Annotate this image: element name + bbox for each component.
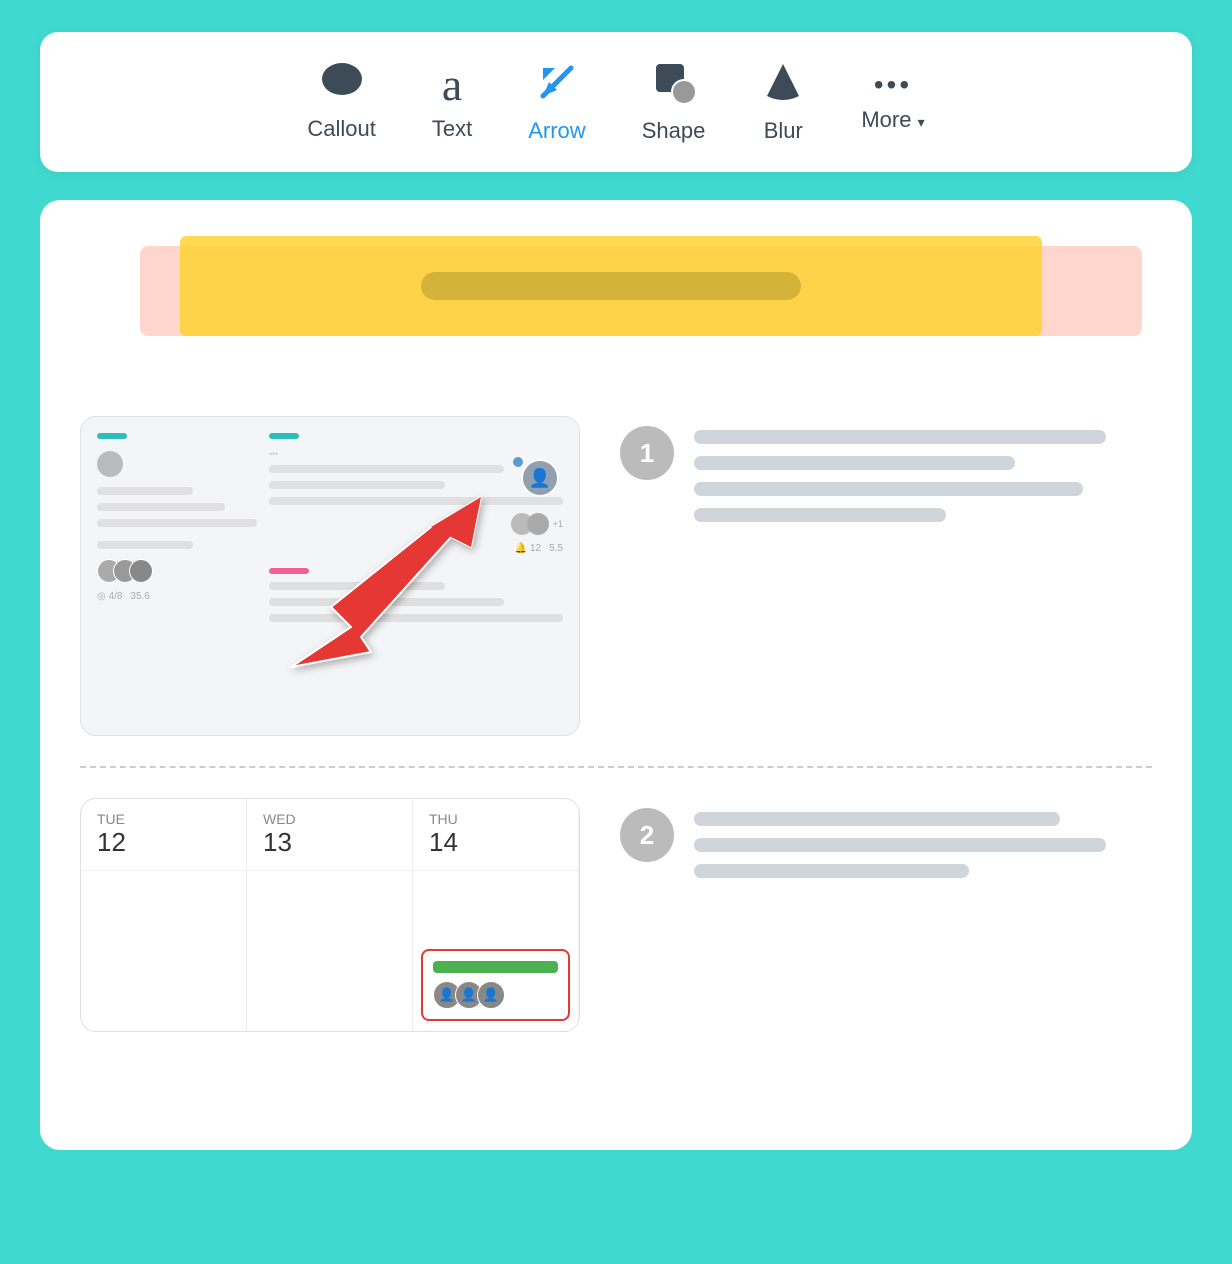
cal-col-tue: TUE 12 (81, 799, 247, 870)
text-label: Text (432, 116, 472, 142)
more-icon: ••• (874, 71, 912, 99)
yellow-highlight (180, 236, 1042, 336)
cal-cell-wed (247, 871, 413, 1031)
arrow-label: Arrow (528, 118, 585, 144)
text-tool[interactable]: a Text (404, 54, 500, 150)
step-2-row: TUE 12 WED 13 THU 14 (80, 766, 1152, 1062)
text-line (694, 838, 1106, 852)
more-label: More ▾ (861, 107, 924, 133)
calendar-body: 👤 👤 👤 (81, 871, 579, 1031)
day-name: TUE (97, 811, 230, 827)
day-name: WED (263, 811, 396, 827)
cal-col-wed: WED 13 (247, 799, 413, 870)
meeting-avatar: 👤 (477, 981, 505, 1009)
callout-icon (320, 62, 364, 108)
day-number: 13 (263, 827, 396, 858)
user-avatar: 👤 (521, 459, 559, 497)
step2-number: 2 (620, 808, 674, 862)
meeting-card: 👤 👤 👤 (421, 949, 570, 1021)
user-online-dot (513, 457, 523, 467)
blur-tool[interactable]: Blur (733, 52, 833, 152)
day-name: THU (429, 811, 562, 827)
arrow-icon (535, 60, 579, 110)
text-line (694, 508, 946, 522)
step1-number: 1 (620, 426, 674, 480)
text-line (694, 864, 969, 878)
text-icon: a (442, 62, 462, 108)
step1-text-lines (694, 426, 1152, 534)
step1-screenshot: 👤 (80, 416, 580, 736)
step2-text-lines (694, 808, 1152, 890)
day-number: 12 (97, 827, 230, 858)
shape-tool[interactable]: Shape (614, 52, 734, 152)
calendar-header: TUE 12 WED 13 THU 14 (81, 799, 579, 871)
callout-tool[interactable]: Callout (279, 54, 403, 150)
header-highlight-area (80, 236, 1152, 356)
more-tool[interactable]: ••• More ▾ (833, 63, 952, 141)
blur-bar (421, 272, 801, 300)
text-line (694, 430, 1106, 444)
step2-screenshot: TUE 12 WED 13 THU 14 (80, 798, 580, 1032)
shape-label: Shape (642, 118, 706, 144)
cal-col-thu: THU 14 (413, 799, 579, 870)
blur-icon (761, 60, 805, 110)
arrow-tool[interactable]: Arrow (500, 52, 613, 152)
cal-cell-thu: 👤 👤 👤 (413, 871, 579, 1031)
steps-section: 👤 (80, 386, 1152, 1062)
annotation-toolbar: Callout a Text Arrow Shape (40, 32, 1192, 172)
meeting-avatars: 👤 👤 👤 (433, 981, 558, 1009)
text-line (694, 456, 1015, 470)
text-line (694, 482, 1083, 496)
callout-label: Callout (307, 116, 375, 142)
day-number: 14 (429, 827, 562, 858)
cal-cell-tue (81, 871, 247, 1031)
step-1-row: 👤 (80, 386, 1152, 766)
meeting-card-header (433, 961, 558, 973)
text-line (694, 812, 1060, 826)
blur-label: Blur (764, 118, 803, 144)
step2-info: 2 (620, 798, 1152, 890)
main-content: 👤 (40, 200, 1192, 1150)
shape-icon (652, 60, 696, 110)
step1-info: 1 (620, 416, 1152, 534)
